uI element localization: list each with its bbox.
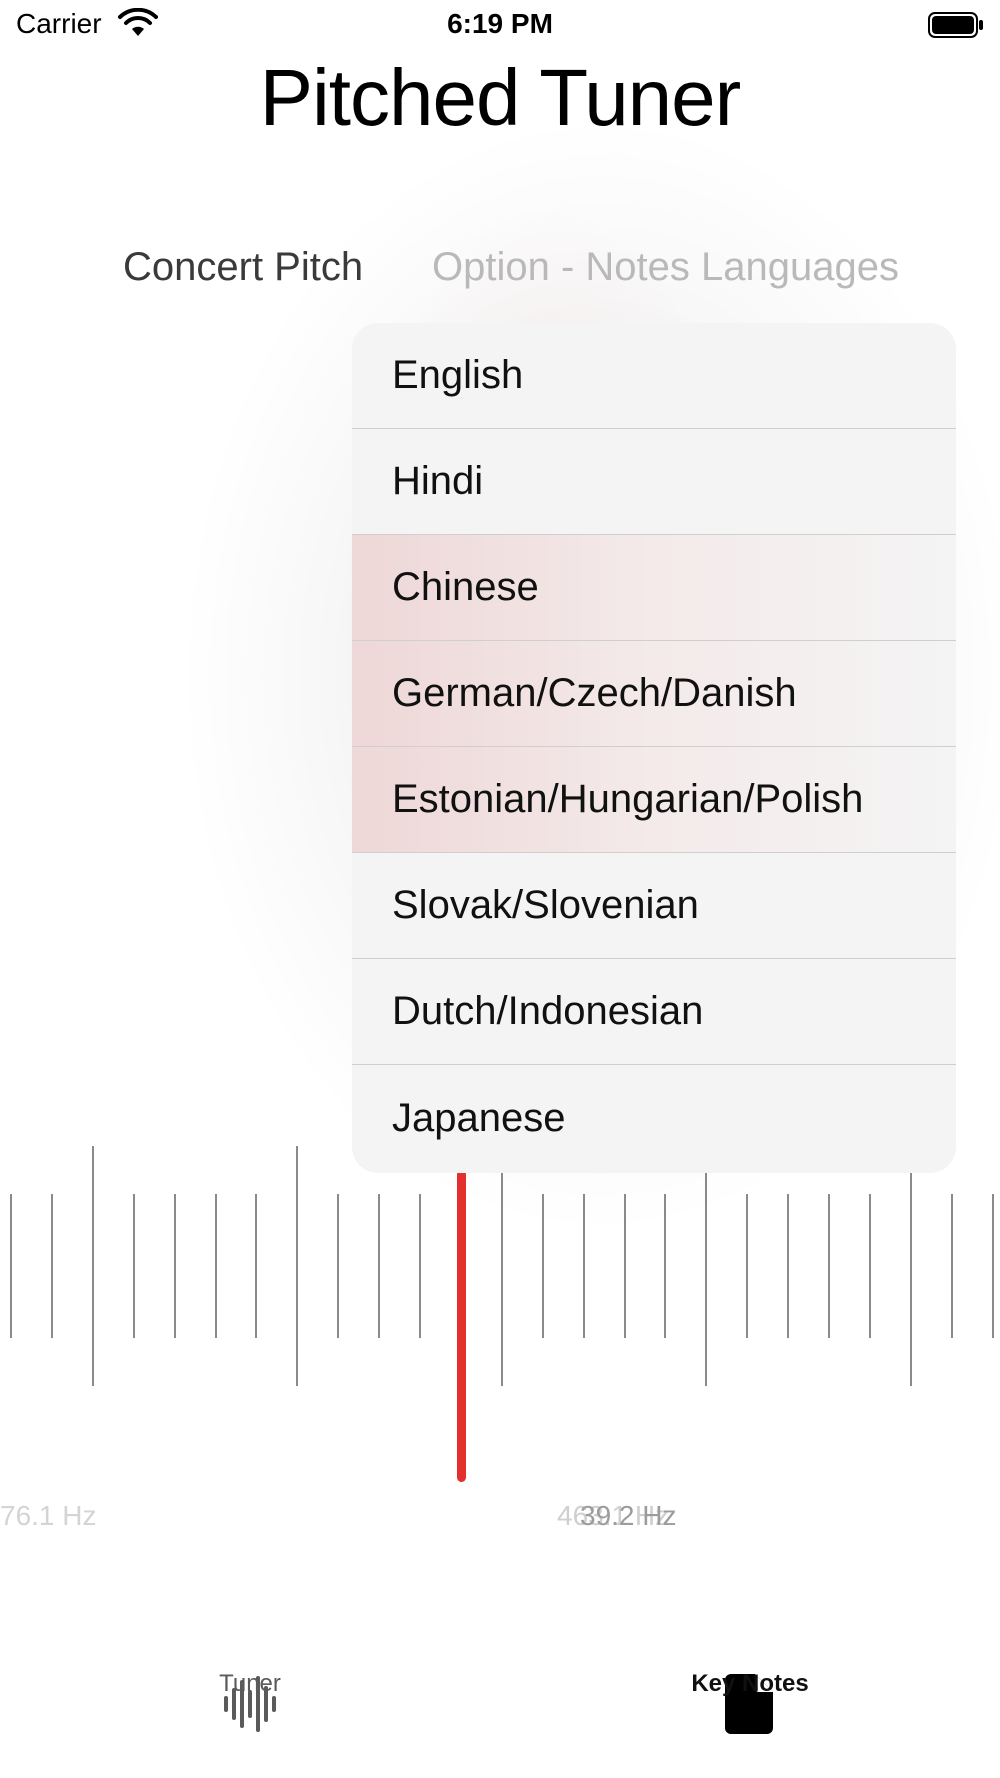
notes-language-menu: English Hindi Chinese German/Czech/Danis… (352, 323, 956, 1173)
scale-tick (909, 1146, 912, 1386)
scale-tick (10, 1194, 12, 1338)
scale-tick (50, 1194, 53, 1338)
scale-tick (582, 1194, 585, 1338)
scale-tick (132, 1194, 135, 1338)
menu-item-slovak-slovenian[interactable]: Slovak/Slovenian (352, 853, 956, 959)
battery-icon (928, 12, 983, 38)
scale-tick (705, 1146, 708, 1386)
scale-tick (91, 1146, 94, 1386)
scale-tick (173, 1194, 176, 1338)
menu-item-dutch-indonesian[interactable]: Dutch/Indonesian (352, 959, 956, 1065)
tab-tuner[interactable]: Tuner (200, 1670, 300, 1698)
left-frequency-label: 76.1 Hz (0, 1500, 97, 1531)
scale-tick (991, 1194, 994, 1338)
menu-item-estonian-hungarian-polish[interactable]: Estonian/Hungarian/Polish (352, 747, 956, 853)
menu-item-english[interactable]: English (352, 323, 956, 429)
scale-tick (787, 1194, 790, 1338)
status-time: 6:19 PM (447, 8, 553, 39)
scale-tick (746, 1194, 749, 1338)
scale-tick (337, 1194, 340, 1338)
scale-tick (623, 1194, 626, 1338)
scale-tick (541, 1194, 544, 1338)
status-bar: Carrier 6:19 PM (0, 0, 1000, 52)
scale-tick (950, 1194, 953, 1338)
tab-key-notes[interactable]: Key Notes (675, 1670, 825, 1698)
scale-tick (255, 1194, 258, 1338)
scale-tick (296, 1146, 299, 1386)
scale-tick (214, 1194, 217, 1338)
menu-item-german-czech-danish[interactable]: German/Czech/Danish (352, 641, 956, 747)
concert-pitch-segment[interactable]: Concert Pitch (123, 245, 363, 290)
scale-tick (828, 1194, 830, 1338)
scale-tick (664, 1194, 667, 1338)
scale-tick (378, 1194, 381, 1338)
page-title: Pitched Tuner (259, 53, 742, 142)
tuner-needle (457, 1170, 466, 1482)
notes-language-segment[interactable]: Option - Notes Languages (432, 245, 899, 290)
menu-item-japanese[interactable]: Japanese (352, 1065, 956, 1171)
center-frequency-label: 39.2 Hz (580, 1500, 677, 1531)
scale-tick (868, 1194, 871, 1338)
scale-tick (419, 1194, 421, 1338)
scale-tick (500, 1146, 503, 1386)
menu-item-chinese[interactable]: Chinese (352, 535, 956, 641)
menu-item-hindi[interactable]: Hindi (352, 429, 956, 535)
tuner-scale (0, 1140, 1000, 1500)
